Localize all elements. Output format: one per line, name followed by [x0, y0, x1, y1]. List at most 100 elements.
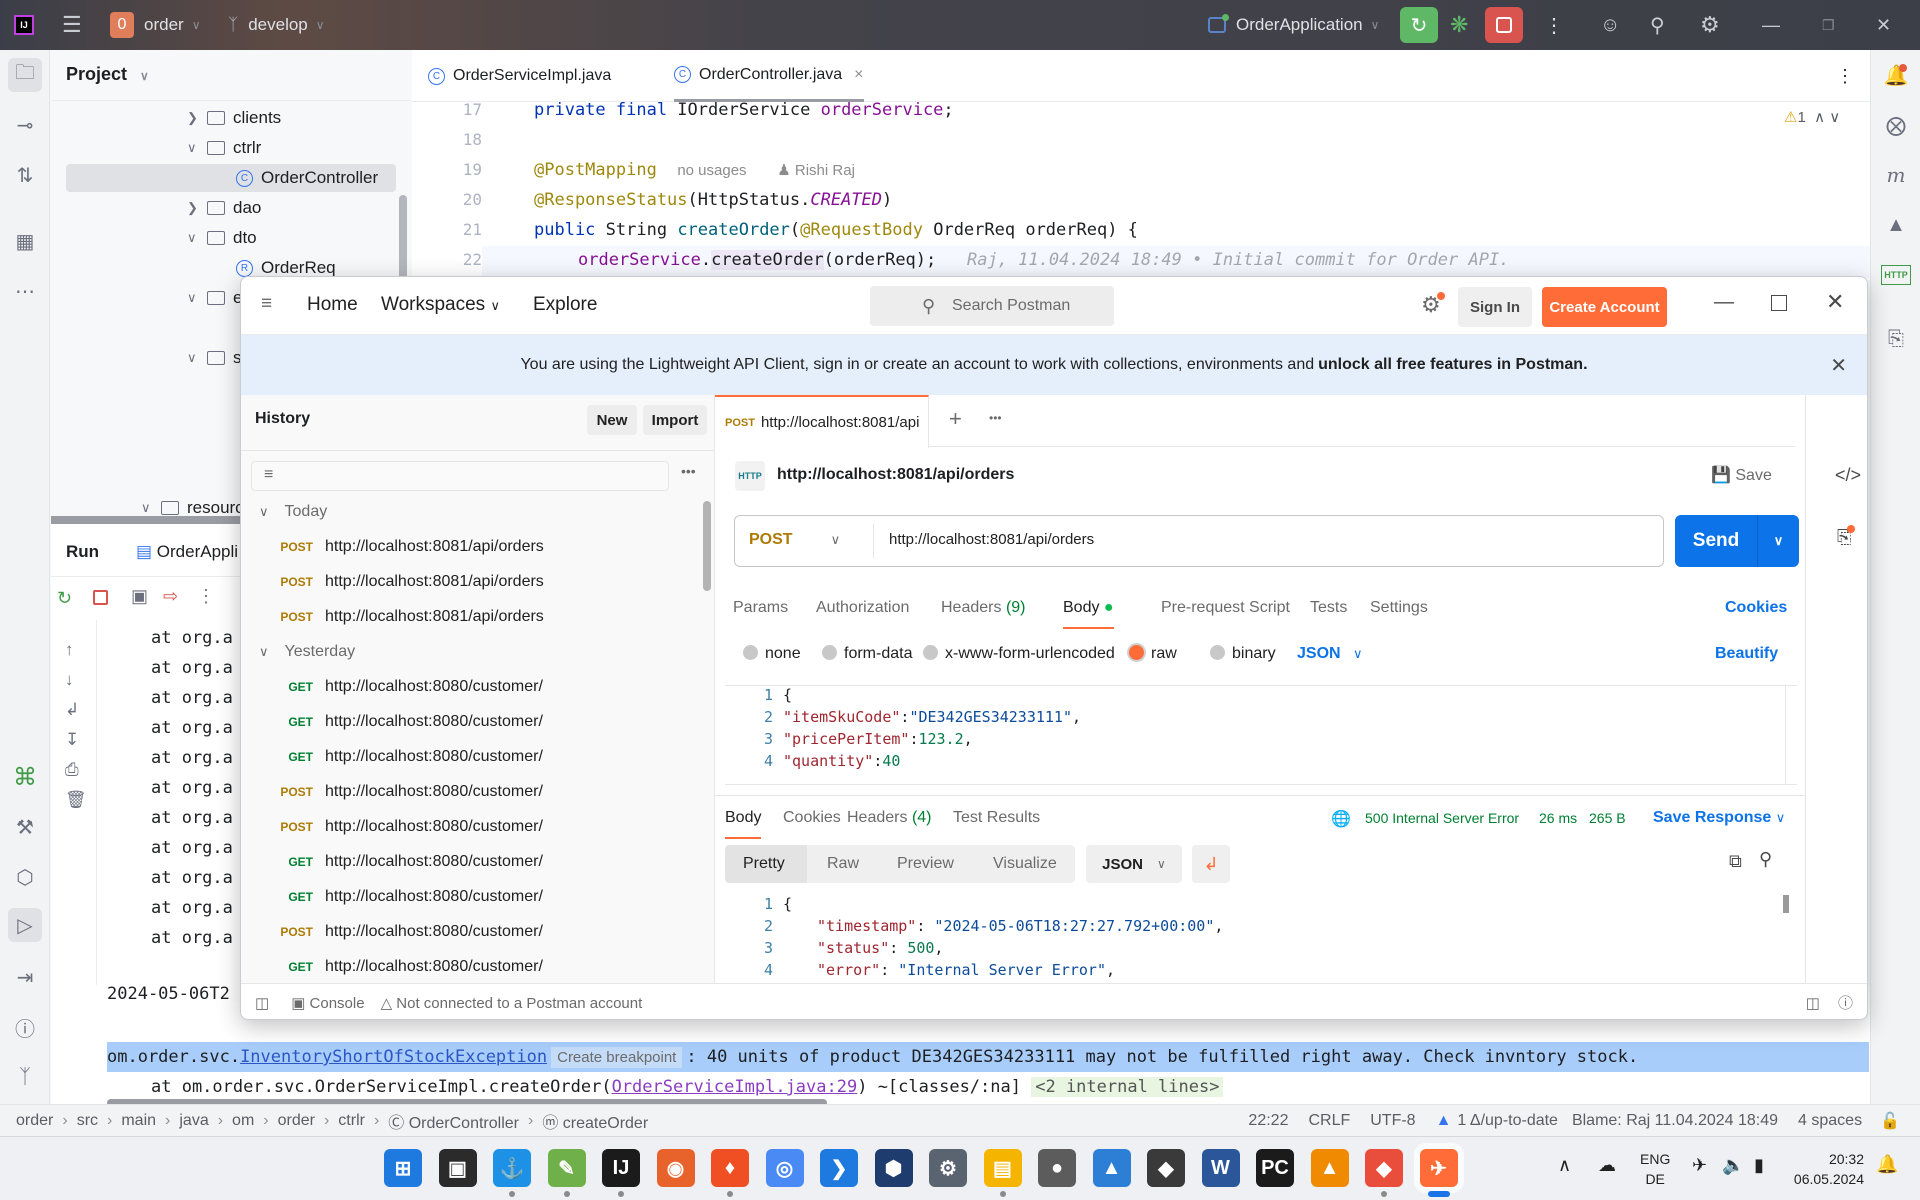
maximize-icon[interactable]	[1771, 295, 1787, 311]
notification-bell-icon[interactable]: 🔔	[1876, 1154, 1898, 1175]
run-config-selector[interactable]: OrderApplication ∨	[1208, 0, 1379, 50]
taskbar-app-pycharm[interactable]: PC	[1256, 1149, 1294, 1187]
new-tab-plus-icon[interactable]: +	[949, 406, 962, 432]
history-item[interactable]: GET http://localhost:8080/customer/	[241, 950, 701, 975]
more-actions-icon[interactable]: ⋮	[1544, 0, 1564, 50]
project-selector[interactable]: 0 order ∨	[110, 0, 200, 50]
history-item[interactable]: POST http://localhost:8081/api/orders	[241, 565, 701, 599]
taskbar-app-settings[interactable]: ⚙	[929, 1149, 967, 1187]
taskbar-app-inkscape[interactable]: ◆	[1147, 1149, 1185, 1187]
project-panel-title[interactable]: Project ∨	[66, 64, 149, 85]
network-globe-icon[interactable]: 🌐	[1331, 809, 1351, 829]
taskbar-app-brave[interactable]: ♦	[711, 1149, 749, 1187]
scroll-up-icon[interactable]: ↑	[65, 635, 87, 665]
history-item[interactable]: POST http://localhost:8080/customer/	[241, 775, 701, 809]
close-banner-icon[interactable]: ✕	[1830, 353, 1847, 378]
tree-folder-s[interactable]: ∨ s	[187, 344, 242, 372]
pull-requests-icon[interactable]: ⇅	[8, 158, 42, 192]
notifications-bell-icon[interactable]: 🔔	[1879, 58, 1913, 92]
tab-tests[interactable]: Tests	[1310, 599, 1347, 617]
exception-line[interactable]: om.order.svc.InventoryShortOfStockExcept…	[107, 1042, 1869, 1072]
cookies-link[interactable]: Cookies	[1725, 599, 1787, 617]
warnings-indicator[interactable]: ⚠1 ∧ ∨	[1784, 108, 1840, 126]
settings-gear-icon[interactable]: ⚙	[1421, 292, 1445, 318]
create-account-button[interactable]: Create Account	[1542, 287, 1667, 327]
view-pretty[interactable]: Pretty	[743, 855, 785, 873]
tree-folder-dto[interactable]: ∨ dto	[187, 224, 257, 252]
tabs-more-icon[interactable]: •••	[989, 411, 1002, 425]
tree-file-ordercontroller[interactable]: C OrderController	[66, 164, 396, 192]
response-body-viewer[interactable]: 1{2 "timestamp": "2024-05-06T18:27:27.792…	[725, 895, 1785, 983]
taskbar-app-start[interactable]: ⊞	[384, 1149, 422, 1187]
hamburger-menu-icon[interactable]: ≡	[261, 293, 272, 315]
close-icon[interactable]: ✕	[1826, 289, 1844, 315]
source-link[interactable]: OrderServiceImpl.java:29	[612, 1077, 858, 1097]
scroll-to-end-icon[interactable]: ↧	[65, 725, 87, 755]
history-item[interactable]: POST http://localhost:8080/customer/	[241, 915, 701, 949]
clock[interactable]: 20:32 06.05.2024	[1790, 1149, 1864, 1189]
save-button[interactable]: 💾 Save	[1711, 465, 1772, 485]
response-time[interactable]: 26 ms	[1539, 810, 1577, 826]
body-type-binary[interactable]: binary	[1210, 645, 1276, 663]
history-more-icon[interactable]: •••	[681, 463, 696, 479]
breadcrumb-item[interactable]: Ⓒ OrderController	[388, 1109, 519, 1133]
tab-orderserviceimpl[interactable]: C OrderServiceImpl.java	[428, 50, 611, 102]
tab-authorization[interactable]: Authorization	[816, 599, 909, 617]
tab-body[interactable]: Body ●	[1063, 599, 1114, 629]
breadcrumb-item[interactable]: om	[232, 1112, 254, 1130]
volume-icon[interactable]: 🔈	[1722, 1155, 1744, 1176]
search-response-icon[interactable]: ⚲	[1759, 849, 1772, 870]
more-tools-icon[interactable]: ⋯	[8, 274, 42, 308]
terminal-icon[interactable]: ⇥	[8, 960, 42, 994]
blame-info[interactable]: Blame: Raj 11.04.2024 18:49	[1572, 1112, 1778, 1130]
response-tab-headers[interactable]: Headers (4)	[847, 809, 932, 827]
exception-link[interactable]: InventoryShortOfStockException	[240, 1047, 547, 1067]
request-tab[interactable]: POST http://localhost:8081/api	[715, 395, 929, 448]
close-tab-icon[interactable]: ×	[854, 66, 863, 84]
tab-pre-request-script[interactable]: Pre-request Script	[1161, 599, 1290, 617]
history-item[interactable]: GET http://localhost:8080/customer/	[241, 880, 701, 914]
http-client-icon[interactable]: HTTP	[1879, 258, 1913, 292]
response-tab-body[interactable]: Body	[725, 809, 762, 839]
response-status[interactable]: 500 Internal Server Error	[1365, 810, 1519, 826]
history-filter-input[interactable]: ≡	[251, 461, 669, 491]
problems-icon[interactable]: ⓘ	[8, 1010, 42, 1044]
code-line-17[interactable]: private final IOrderService orderService…	[534, 100, 954, 120]
taskbar-app-photos[interactable]: ▲	[1092, 1149, 1131, 1187]
language-indicator[interactable]: ENG DE	[1640, 1149, 1670, 1189]
stop-icon[interactable]	[93, 590, 108, 605]
taskbar-app-virtualbox[interactable]: ⬢	[874, 1149, 913, 1187]
breadcrumb-item[interactable]: main	[121, 1112, 156, 1130]
intellij-logo-icon[interactable]: IJ	[14, 0, 34, 50]
response-tab-cookies[interactable]: Cookies	[783, 809, 841, 827]
breadcrumb-item[interactable]: ⓜ createOrder	[542, 1109, 648, 1133]
taskbar-app-firefox[interactable]: ◉	[656, 1149, 695, 1187]
response-size[interactable]: 265 B	[1589, 810, 1626, 826]
minimize-window-icon[interactable]: —	[1762, 0, 1780, 50]
beautify-button[interactable]: Beautify	[1715, 645, 1778, 663]
taskbar-app-postman[interactable]: ✈	[1419, 1149, 1458, 1187]
view-raw[interactable]: Raw	[827, 855, 859, 873]
indent-setting[interactable]: 4 spaces	[1798, 1112, 1862, 1130]
breadcrumb-item[interactable]: java	[179, 1112, 208, 1130]
breadcrumb-item[interactable]: src	[77, 1112, 98, 1130]
vcs-status[interactable]: 1 Δ/up-to-date	[1457, 1112, 1558, 1130]
run-tab[interactable]: Run	[66, 542, 99, 562]
two-pane-icon[interactable]: ◫	[1806, 994, 1820, 1012]
minimize-icon[interactable]: —	[1714, 291, 1734, 314]
console-button[interactable]: ▣ Console	[291, 994, 364, 1012]
documentation-icon[interactable]: ⎘	[1837, 525, 1856, 548]
close-window-icon[interactable]: ✕	[1876, 0, 1891, 50]
nav-workspaces[interactable]: Workspaces ∨	[381, 294, 500, 316]
scroll-down-icon[interactable]: ↓	[65, 665, 87, 695]
method-selector[interactable]: POST ∨	[749, 531, 840, 549]
send-options-chevron-icon[interactable]: ∨	[1757, 515, 1799, 567]
taskbar-app-vs-code[interactable]: ❯	[820, 1149, 858, 1187]
restore-window-icon[interactable]: ❐	[1822, 0, 1835, 50]
settings-gear-icon[interactable]: ⚙	[1700, 0, 1720, 50]
history-group-header[interactable]: ∨ Today	[241, 495, 701, 529]
response-format-selector[interactable]: JSON ∨	[1086, 845, 1182, 883]
history-item[interactable]: GET http://localhost:8080/customer/	[241, 670, 701, 704]
history-item[interactable]: POST http://localhost:8081/api/orders	[241, 600, 701, 634]
more-icon[interactable]: ⋮	[197, 586, 215, 607]
